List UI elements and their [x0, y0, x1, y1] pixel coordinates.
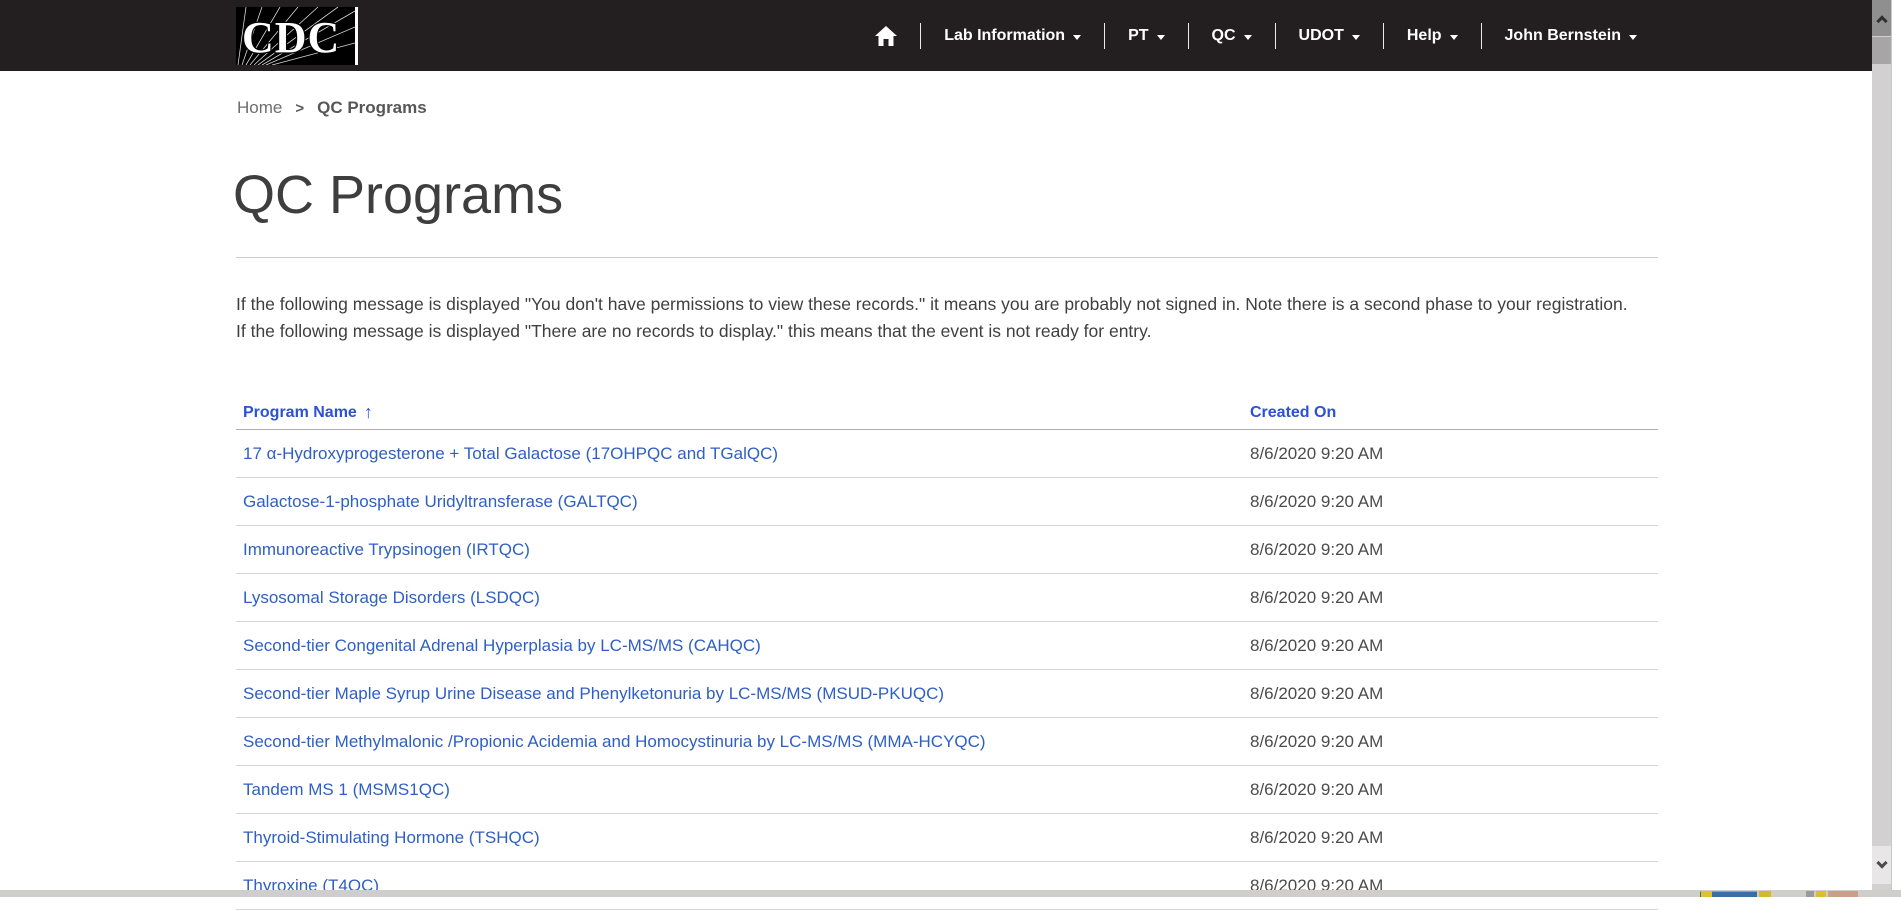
intro-text: If the following message is displayed "Y… [236, 291, 1648, 344]
cdc-logo-image: CDC [236, 7, 355, 65]
nav-lab-information[interactable]: Lab Information [921, 0, 1104, 71]
program-name-cell: Second-tier Methylmalonic /Propionic Aci… [236, 732, 1250, 752]
taskbar-sliver [1759, 891, 1771, 897]
created-on-cell: 8/6/2020 9:20 AM [1250, 540, 1383, 560]
nav-label: QC [1212, 27, 1236, 45]
program-link[interactable]: Immunoreactive Trypsinogen (IRTQC) [243, 540, 530, 559]
scroll-down-button[interactable] [1872, 846, 1891, 884]
program-link[interactable]: Second-tier Congenital Adrenal Hyperplas… [243, 636, 761, 655]
program-link[interactable]: Lysosomal Storage Disorders (LSDQC) [243, 588, 540, 607]
main-navigation: Lab Information PT QC UDOT Help John Ber… [852, 0, 1660, 71]
taskbar-sliver [1816, 891, 1826, 897]
breadcrumb: Home > QC Programs [237, 98, 427, 118]
caret-down-icon [1073, 35, 1081, 40]
created-on-cell: 8/6/2020 9:20 AM [1250, 828, 1383, 848]
intro-paragraph-2: If the following message is displayed "T… [236, 318, 1648, 345]
program-link[interactable]: Second-tier Maple Syrup Urine Disease an… [243, 684, 944, 703]
home-icon [875, 26, 897, 46]
chevron-down-icon [1876, 857, 1887, 868]
cdc-logo[interactable]: CDC [236, 7, 358, 65]
created-on-cell: 8/6/2020 9:20 AM [1250, 732, 1383, 752]
scroll-up-button[interactable] [1872, 0, 1891, 36]
column-header-label: Created On [1250, 404, 1336, 421]
breadcrumb-current: QC Programs [317, 98, 427, 118]
nav-udot[interactable]: UDOT [1276, 0, 1383, 71]
program-name-cell: Galactose-1-phosphate Uridyltransferase … [236, 492, 1250, 512]
nav-label: Help [1407, 27, 1442, 45]
caret-down-icon [1157, 35, 1165, 40]
table-row: Galactose-1-phosphate Uridyltransferase … [236, 478, 1658, 526]
program-name-cell: Tandem MS 1 (MSMS1QC) [236, 780, 1250, 800]
title-divider [236, 257, 1658, 258]
table-row: Thyroid-Stimulating Hormone (TSHQC) 8/6/… [236, 814, 1658, 862]
column-header-created-on[interactable]: Created On [1250, 404, 1336, 422]
table-row: Second-tier Maple Syrup Urine Disease an… [236, 670, 1658, 718]
qc-programs-table: Program Name ↑ Created On 17 α-Hydroxypr… [236, 396, 1658, 910]
created-on-cell: 8/6/2020 9:20 AM [1250, 636, 1383, 656]
program-link[interactable]: 17 α-Hydroxyprogesterone + Total Galacto… [243, 444, 778, 463]
svg-text:CDC: CDC [242, 13, 340, 62]
column-header-program-name[interactable]: Program Name ↑ [236, 402, 1250, 423]
table-row: Second-tier Methylmalonic /Propionic Aci… [236, 718, 1658, 766]
breadcrumb-home-link[interactable]: Home [237, 98, 282, 118]
created-on-cell: 8/6/2020 9:20 AM [1250, 780, 1383, 800]
nav-label: Lab Information [944, 27, 1065, 45]
scrollbar-thumb[interactable] [1872, 37, 1891, 64]
nav-home[interactable] [852, 0, 920, 71]
nav-label: UDOT [1299, 27, 1344, 45]
program-name-cell: 17 α-Hydroxyprogesterone + Total Galacto… [236, 444, 1250, 464]
program-link[interactable]: Thyroid-Stimulating Hormone (TSHQC) [243, 828, 540, 847]
table-row: Thyroxine (T4QC) 8/6/2020 9:20 AM [236, 862, 1658, 910]
caret-down-icon [1352, 35, 1360, 40]
table-header-row: Program Name ↑ Created On [236, 396, 1658, 430]
nav-username: John Bernstein [1505, 27, 1621, 45]
caret-down-icon [1450, 35, 1458, 40]
program-name-cell: Second-tier Congenital Adrenal Hyperplas… [236, 636, 1250, 656]
program-name-cell: Second-tier Maple Syrup Urine Disease an… [236, 684, 1250, 704]
breadcrumb-separator: > [295, 100, 304, 117]
table-row: Lysosomal Storage Disorders (LSDQC) 8/6/… [236, 574, 1658, 622]
created-on-cell: 8/6/2020 9:20 AM [1250, 444, 1383, 464]
chevron-up-icon [1876, 15, 1887, 26]
nav-help[interactable]: Help [1384, 0, 1481, 71]
table-row: Second-tier Congenital Adrenal Hyperplas… [236, 622, 1658, 670]
taskbar-sliver [1701, 891, 1712, 897]
nav-label: PT [1128, 27, 1148, 45]
program-link[interactable]: Galactose-1-phosphate Uridyltransferase … [243, 492, 638, 511]
bottom-window-edge [0, 890, 1901, 897]
vertical-scrollbar[interactable] [1872, 0, 1891, 897]
sort-ascending-icon: ↑ [364, 402, 373, 423]
column-header-label: Program Name [243, 404, 357, 422]
program-name-cell: Thyroid-Stimulating Hormone (TSHQC) [236, 828, 1250, 848]
table-row: Tandem MS 1 (MSMS1QC) 8/6/2020 9:20 AM [236, 766, 1658, 814]
program-name-cell: Lysosomal Storage Disorders (LSDQC) [236, 588, 1250, 608]
window-right-edge [1891, 0, 1901, 897]
top-nav-bar: CDC Lab Information PT QC UDOT [0, 0, 1872, 71]
nav-qc[interactable]: QC [1189, 0, 1275, 71]
caret-down-icon [1244, 35, 1252, 40]
page-title: QC Programs [233, 164, 563, 226]
program-name-cell: Immunoreactive Trypsinogen (IRTQC) [236, 540, 1250, 560]
created-on-cell: 8/6/2020 9:20 AM [1250, 684, 1383, 704]
nav-pt[interactable]: PT [1105, 0, 1187, 71]
program-link[interactable]: Tandem MS 1 (MSMS1QC) [243, 780, 450, 799]
created-on-cell: 8/6/2020 9:20 AM [1250, 492, 1383, 512]
table-row: Immunoreactive Trypsinogen (IRTQC) 8/6/2… [236, 526, 1658, 574]
taskbar-sliver [1806, 891, 1814, 897]
program-link[interactable]: Second-tier Methylmalonic /Propionic Aci… [243, 732, 986, 751]
created-on-cell: 8/6/2020 9:20 AM [1250, 588, 1383, 608]
nav-user-menu[interactable]: John Bernstein [1482, 0, 1660, 71]
table-row: 17 α-Hydroxyprogesterone + Total Galacto… [236, 430, 1658, 478]
taskbar-sliver [1828, 891, 1858, 897]
intro-paragraph-1: If the following message is displayed "Y… [236, 291, 1648, 318]
caret-down-icon [1629, 35, 1637, 40]
